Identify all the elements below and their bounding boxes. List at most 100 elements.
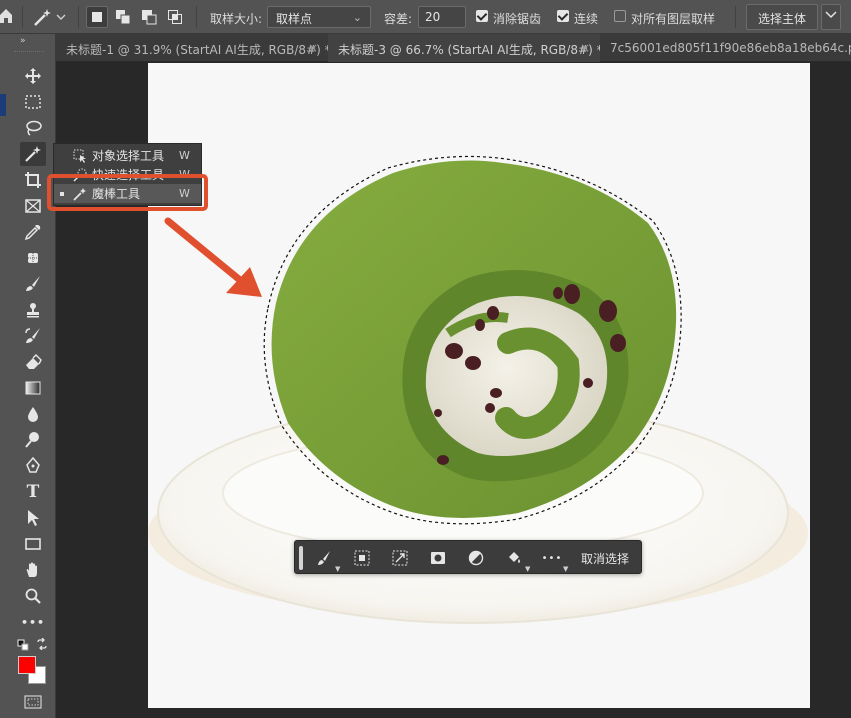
object-selection-icon bbox=[72, 148, 88, 164]
foreground-color-swatch[interactable] bbox=[18, 656, 36, 674]
home-icon[interactable] bbox=[0, 8, 12, 24]
tab-document-3[interactable]: 未标题-3 @ 66.7% (StartAI AI生成, RGB/8#) * × bbox=[328, 34, 600, 62]
sample-size-value: 取样点 bbox=[276, 12, 313, 26]
contiguous-checkbox[interactable] bbox=[557, 10, 569, 22]
adjustment-layer-button[interactable] bbox=[465, 547, 487, 569]
lasso-tool[interactable] bbox=[20, 116, 46, 140]
quick-mask-icon[interactable] bbox=[24, 695, 42, 709]
close-icon[interactable]: × bbox=[580, 41, 590, 55]
tools-panel: » T ••• bbox=[0, 34, 56, 718]
cake-photo bbox=[148, 155, 808, 624]
dodge-icon bbox=[25, 432, 39, 448]
healing-brush-icon bbox=[26, 251, 40, 265]
tab-document-1[interactable]: 未标题-1 @ 31.9% (StartAI AI生成, RGB/8#) * × bbox=[56, 34, 328, 62]
transform-selection-button[interactable] bbox=[389, 547, 411, 569]
separator bbox=[22, 6, 23, 28]
frame-tool[interactable] bbox=[20, 194, 46, 218]
history-brush-tool[interactable] bbox=[20, 324, 46, 348]
magic-wand-icon bbox=[25, 146, 41, 162]
separator bbox=[735, 6, 736, 28]
sample-all-layers-label: 对所有图层取样 bbox=[631, 12, 716, 26]
crop-icon bbox=[25, 172, 41, 188]
path-selection-tool[interactable] bbox=[20, 506, 46, 530]
type-tool[interactable]: T bbox=[20, 480, 46, 504]
pen-icon bbox=[26, 457, 40, 473]
invert-selection-button[interactable] bbox=[351, 547, 373, 569]
create-mask-button[interactable] bbox=[427, 547, 449, 569]
add-selection-icon bbox=[116, 10, 131, 25]
hand-icon bbox=[26, 562, 37, 577]
blur-drop-icon bbox=[28, 407, 38, 422]
select-subject-dropdown[interactable] bbox=[821, 4, 841, 30]
fill-selection-button[interactable] bbox=[503, 547, 525, 569]
color-swatches[interactable] bbox=[18, 656, 48, 686]
eyedropper-tool[interactable] bbox=[20, 220, 46, 244]
options-bar: 取样大小: 取样点 ⌄ 容差: 20 消除锯齿 连续 对所有图层取样 选择主体 bbox=[0, 0, 851, 34]
lasso-icon bbox=[26, 120, 42, 136]
subtract-from-selection-button[interactable] bbox=[138, 6, 160, 28]
chevron-down-icon bbox=[56, 14, 66, 20]
subtract-selection-icon bbox=[142, 10, 157, 25]
default-colors-icon[interactable] bbox=[17, 639, 29, 651]
new-selection-button[interactable] bbox=[86, 6, 108, 28]
adjustment-circle-icon bbox=[468, 550, 484, 566]
separator bbox=[78, 6, 79, 28]
anti-alias-label: 消除锯齿 bbox=[493, 12, 542, 26]
taskbar-drag-handle[interactable] bbox=[299, 546, 303, 570]
collapse-panel-icon[interactable]: » bbox=[20, 36, 26, 46]
more-tools[interactable]: ••• bbox=[20, 610, 46, 634]
intersect-selection-button[interactable] bbox=[164, 6, 186, 28]
rectangular-marquee-icon bbox=[25, 95, 41, 109]
separator bbox=[196, 6, 197, 28]
document-canvas[interactable] bbox=[148, 63, 810, 708]
dodge-tool[interactable] bbox=[20, 428, 46, 452]
gradient-tool[interactable] bbox=[20, 376, 46, 400]
panel-edge-indicator bbox=[0, 94, 6, 116]
deselect-button[interactable]: 取消选择 bbox=[581, 550, 629, 567]
tab-label: 未标题-1 @ 31.9% (StartAI AI生成, RGB/8#) * bbox=[66, 43, 328, 57]
anti-alias-checkbox[interactable] bbox=[476, 10, 488, 22]
sample-size-select[interactable]: 取样点 ⌄ bbox=[267, 6, 371, 28]
select-subject-button[interactable]: 选择主体 bbox=[746, 4, 818, 30]
frame-icon bbox=[25, 199, 41, 213]
clone-stamp-tool[interactable] bbox=[20, 298, 46, 322]
invert-selection-icon bbox=[354, 550, 370, 566]
brush-tool[interactable] bbox=[20, 272, 46, 296]
magic-wand-tool[interactable] bbox=[20, 142, 46, 166]
new-selection-icon bbox=[92, 12, 102, 22]
annotation-arrow-icon bbox=[164, 217, 262, 297]
eraser-tool[interactable] bbox=[20, 350, 46, 374]
flyout-item-object-selection[interactable]: 对象选择工具 W bbox=[54, 146, 201, 165]
eraser-icon bbox=[26, 354, 42, 369]
zoom-tool[interactable] bbox=[20, 584, 46, 608]
hand-tool[interactable] bbox=[20, 558, 46, 582]
marquee-tool[interactable] bbox=[20, 90, 46, 114]
brush-icon bbox=[26, 276, 40, 291]
panel-grip[interactable] bbox=[14, 51, 44, 53]
swap-colors-icon[interactable] bbox=[36, 638, 48, 650]
contextual-task-bar: ▼ ▼ ••• ▼ 取消选择 bbox=[294, 540, 642, 574]
mask-icon bbox=[431, 552, 445, 564]
blur-tool[interactable] bbox=[20, 402, 46, 426]
move-tool[interactable] bbox=[20, 64, 46, 88]
more-options-button[interactable]: ••• bbox=[541, 547, 563, 569]
crop-tool[interactable] bbox=[20, 168, 46, 192]
chevron-down-icon: ⌄ bbox=[352, 11, 362, 24]
tool-preset-picker[interactable] bbox=[32, 6, 70, 28]
modify-selection-button[interactable] bbox=[313, 547, 335, 569]
sample-all-layers-checkbox[interactable] bbox=[614, 10, 626, 22]
document-tabs: 未标题-1 @ 31.9% (StartAI AI生成, RGB/8#) * ×… bbox=[56, 34, 851, 62]
add-to-selection-button[interactable] bbox=[112, 6, 134, 28]
paint-bucket-icon bbox=[509, 552, 520, 563]
pen-tool[interactable] bbox=[20, 454, 46, 478]
tolerance-input[interactable]: 20 bbox=[418, 6, 466, 28]
chevron-down-icon: ▼ bbox=[335, 565, 341, 573]
path-selection-icon bbox=[28, 510, 39, 526]
chevron-down-icon: ▼ bbox=[525, 565, 531, 573]
intersect-selection-icon bbox=[168, 10, 182, 24]
tab-label: 未标题-3 @ 66.7% (StartAI AI生成, RGB/8#) * bbox=[338, 43, 600, 57]
close-icon[interactable]: × bbox=[308, 41, 318, 55]
healing-brush-tool[interactable] bbox=[20, 246, 46, 270]
tab-document-png[interactable]: 7c56001ed805f11f90e86eb8a18eb64c.png @ 6… bbox=[600, 34, 851, 62]
rectangle-tool[interactable] bbox=[20, 532, 46, 556]
